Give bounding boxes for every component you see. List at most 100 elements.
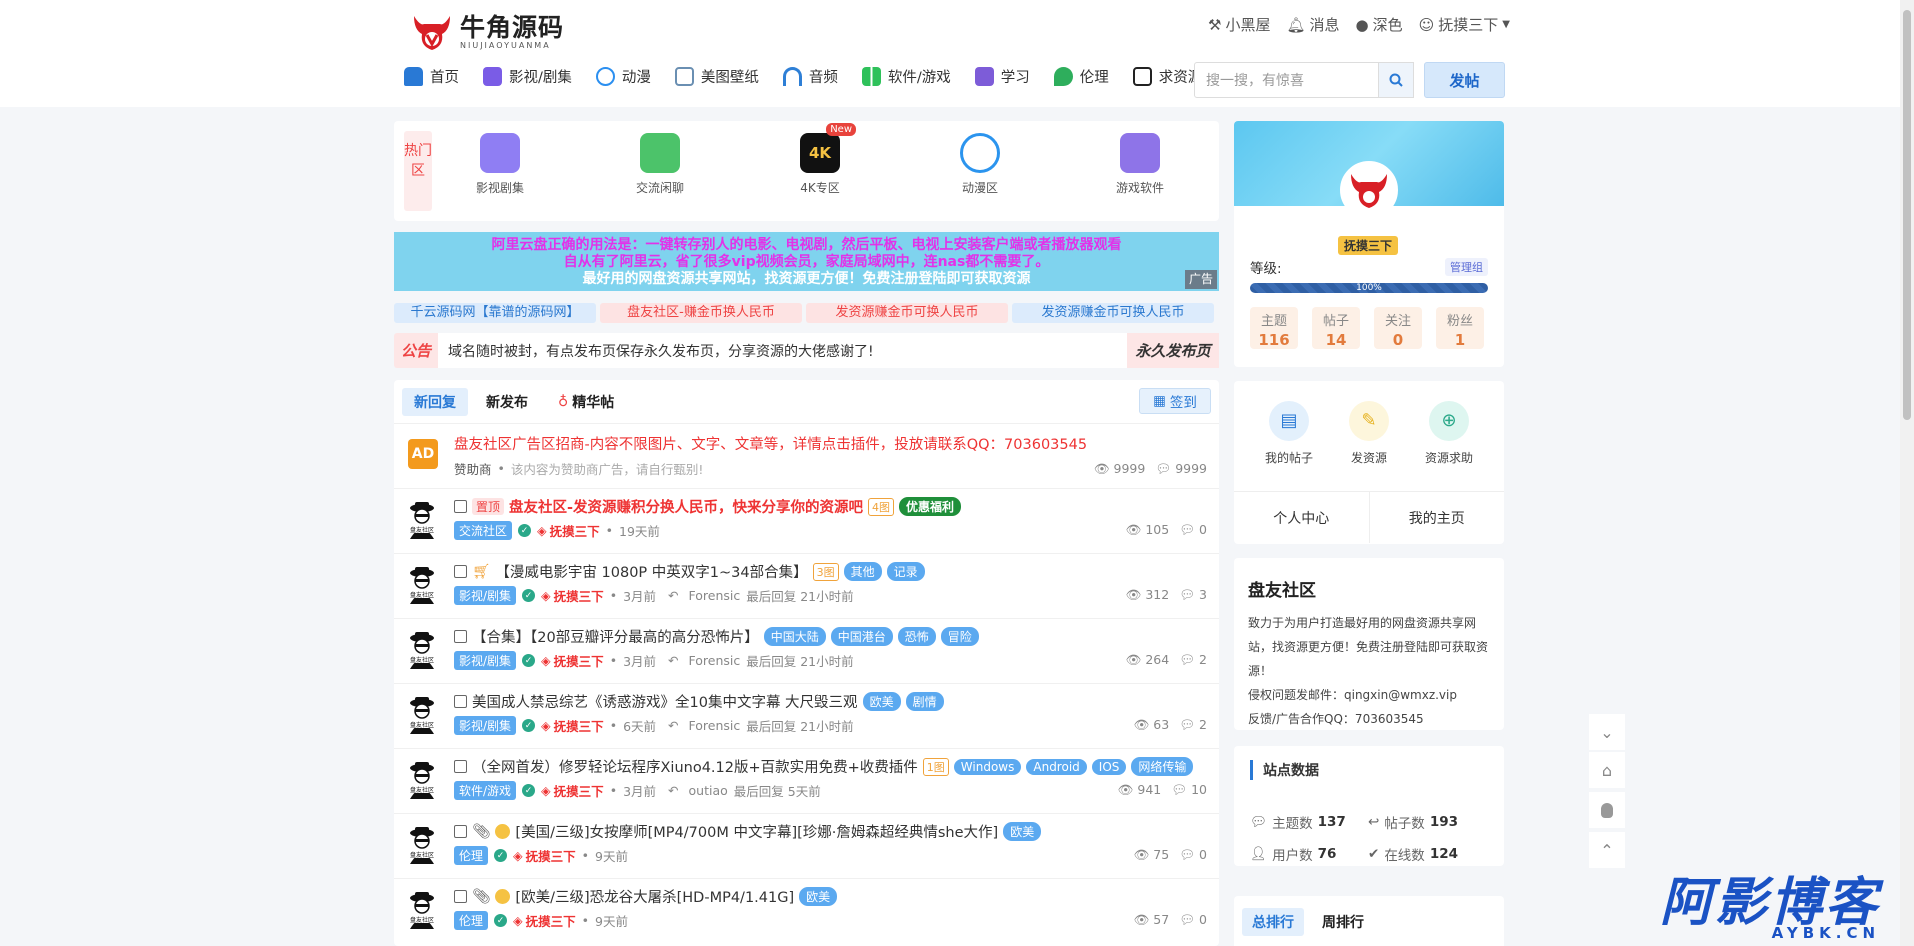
author-name[interactable]: ◈ 抚摸三下 xyxy=(541,651,604,670)
select-checkbox[interactable] xyxy=(454,825,467,838)
post-resource-button[interactable]: ✎ 发资源 xyxy=(1334,401,1404,466)
tab-new-post[interactable]: 新发布 xyxy=(474,388,540,416)
thread-title[interactable]: [美国/三级]女按摩师[MP4/700M 中文字幕][珍娜·詹姆森超经典情she… xyxy=(515,821,998,842)
post-button[interactable]: 发帖 xyxy=(1424,62,1505,98)
nav-ethics[interactable]: 伦理 xyxy=(1053,66,1109,87)
thread-title[interactable]: 【合集】【20部豆瓣评分最高的高分恐怖片】 xyxy=(472,626,759,647)
request-help-button[interactable]: ⊕ 资源求助 xyxy=(1414,401,1484,466)
author-name[interactable]: ◈ 抚摸三下 xyxy=(537,521,600,540)
friend-link[interactable]: 千云源码网【靠谱的源码网】 xyxy=(394,303,596,323)
thread-row[interactable]: 盘友社区 置顶 盘友社区-发资源赚积分换人民币，快来分享你的资源吧 4图 优惠福利 交流社… xyxy=(394,488,1219,553)
signin-button[interactable]: ▦ 签到 xyxy=(1139,388,1211,414)
avatar[interactable]: 盘友社区 xyxy=(406,824,438,864)
thread-title[interactable]: 【漫威电影宇宙 1080P 中英双字1~34部合集】 xyxy=(495,561,807,582)
hot-item-4k[interactable]: 4K New 4K专区 xyxy=(780,123,860,196)
ad-row[interactable]: AD 盘友社区广告区招商-内容不限图片、文字、文章等，详情点击插件，投放请联系Q… xyxy=(394,423,1219,488)
user-menu[interactable]: ☺ 抚摸三下 ▼ xyxy=(1419,14,1510,35)
thread-row[interactable]: 盘友社区 📎︎ [欧美/三级]恐龙谷大屠杀[HD-MP4/1.41G] 欧美 伦理 ✓ ◈ 抚… xyxy=(394,878,1219,943)
hot-item-movies[interactable]: 影视剧集 xyxy=(460,133,540,196)
tag-badge[interactable]: 恐怖 xyxy=(897,627,936,646)
hot-item-anime[interactable]: 动漫区 xyxy=(940,133,1020,196)
home-button[interactable]: ⌂ xyxy=(1589,752,1625,788)
qq-button[interactable] xyxy=(1589,792,1625,828)
select-checkbox[interactable] xyxy=(454,565,467,578)
tab-week-rank[interactable]: 周排行 xyxy=(1312,908,1374,936)
tag-badge[interactable]: 欧美 xyxy=(862,692,901,711)
nav-wallpaper[interactable]: 美图壁纸 xyxy=(674,66,759,87)
last-replier[interactable]: Forensic xyxy=(689,588,741,603)
stat-posts[interactable]: 帖子 14 xyxy=(1312,307,1360,349)
tab-featured[interactable]: ♁ 精华帖 xyxy=(546,388,626,416)
tag-badge[interactable]: Windows xyxy=(953,758,1022,775)
stat-following[interactable]: 关注 0 xyxy=(1374,307,1422,349)
nav-study[interactable]: 学习 xyxy=(974,66,1030,87)
back-to-top-button[interactable]: ⌃ xyxy=(1589,832,1625,868)
tag-badge[interactable]: 欧美 xyxy=(1003,822,1042,841)
tag-badge[interactable]: IOS xyxy=(1091,758,1127,775)
nav-anime[interactable]: 动漫 xyxy=(595,66,651,87)
my-home-link[interactable]: 我的主页 xyxy=(1370,492,1505,543)
blacklist-link[interactable]: ⚒ 小黑屋 xyxy=(1208,14,1270,35)
last-replier[interactable]: outiao xyxy=(689,783,728,798)
select-checkbox[interactable] xyxy=(454,760,467,773)
tag-badge[interactable]: 网络传输 xyxy=(1131,757,1194,776)
avatar[interactable]: 盘友社区 xyxy=(406,889,438,929)
category-badge[interactable]: 交流社区 xyxy=(454,521,513,540)
tag-badge[interactable]: 优惠福利 xyxy=(899,497,962,516)
author-name[interactable]: ◈ 抚摸三下 xyxy=(541,781,604,800)
friend-link[interactable]: 盘友社区-赚金币换人民币 xyxy=(600,303,802,323)
nav-request[interactable]: 求资源 xyxy=(1132,66,1202,87)
category-badge[interactable]: 伦理 xyxy=(454,846,489,865)
friend-link[interactable]: 发资源赚金币可换人民币 xyxy=(806,303,1008,323)
author-name[interactable]: ◈ 抚摸三下 xyxy=(513,846,576,865)
category-badge[interactable]: 伦理 xyxy=(454,911,489,930)
tab-total-rank[interactable]: 总排行 xyxy=(1242,908,1304,936)
site-logo[interactable]: 牛角源码 NIUJIAOYUANMA xyxy=(410,12,564,52)
author-name[interactable]: ◈ 抚摸三下 xyxy=(541,586,604,605)
last-replier[interactable]: Forensic xyxy=(689,718,741,733)
thread-title[interactable]: 盘友社区-发资源赚积分换人民币，快来分享你的资源吧 xyxy=(509,496,863,517)
thread-row[interactable]: 盘友社区 （全网首发）修罗轻论坛程序Xiuno4.12版+百款实用免费+收费插件 1… xyxy=(394,748,1219,813)
thread-row[interactable]: 盘友社区 美国成人禁忌综艺《诱惑游戏》全10集中文字幕 大尺毁三观 欧美 剧情影视/剧… xyxy=(394,683,1219,748)
select-checkbox[interactable] xyxy=(454,500,467,513)
profile-name[interactable]: 抚摸三下 xyxy=(1338,236,1399,255)
last-replier[interactable]: Forensic xyxy=(689,653,741,668)
scrollbar[interactable] xyxy=(1900,0,1914,946)
tag-badge[interactable]: 中国港台 xyxy=(830,627,893,646)
stat-topics[interactable]: 主题 116 xyxy=(1250,307,1298,349)
nav-software[interactable]: 软件/游戏 xyxy=(861,66,951,87)
tag-badge[interactable]: 欧美 xyxy=(799,887,838,906)
avatar[interactable]: 盘友社区 xyxy=(406,499,438,539)
dark-mode-toggle[interactable]: ● 深色 xyxy=(1356,14,1403,35)
user-center-link[interactable]: 个人中心 xyxy=(1234,492,1370,543)
tab-new-reply[interactable]: 新回复 xyxy=(402,388,468,416)
tag-badge[interactable]: 记录 xyxy=(886,562,925,581)
scrollbar-thumb[interactable] xyxy=(1903,10,1911,420)
tag-badge[interactable]: Android xyxy=(1026,758,1087,775)
nav-audio[interactable]: 音频 xyxy=(782,66,838,87)
avatar[interactable]: 盘友社区 xyxy=(406,629,438,669)
select-checkbox[interactable] xyxy=(454,890,467,903)
thread-title[interactable]: 美国成人禁忌综艺《诱惑游戏》全10集中文字幕 大尺毁三观 xyxy=(472,691,858,712)
select-checkbox[interactable] xyxy=(454,630,467,643)
search-button[interactable] xyxy=(1378,62,1414,98)
category-badge[interactable]: 影视/剧集 xyxy=(454,716,517,735)
thread-title[interactable]: [欧美/三级]恐龙谷大屠杀[HD-MP4/1.41G] xyxy=(515,886,794,907)
select-checkbox[interactable] xyxy=(454,695,467,708)
nav-movies[interactable]: 影视/剧集 xyxy=(483,66,572,87)
category-badge[interactable]: 影视/剧集 xyxy=(454,651,517,670)
nav-home[interactable]: 首页 xyxy=(404,66,459,87)
friend-link[interactable]: 发资源赚金币可换人民币 xyxy=(1012,303,1214,323)
author-name[interactable]: ◈ 抚摸三下 xyxy=(541,716,604,735)
avatar[interactable]: 盘友社区 xyxy=(406,694,438,734)
author-name[interactable]: ◈ 抚摸三下 xyxy=(513,911,576,930)
thread-row[interactable]: 盘友社区 🛒︎ 【漫威电影宇宙 1080P 中英双字1~34部合集】 3图 其他 记录 影视… xyxy=(394,553,1219,618)
tag-badge[interactable]: 剧情 xyxy=(905,692,944,711)
avatar[interactable]: 盘友社区 xyxy=(406,759,438,799)
tag-badge[interactable]: 中国大陆 xyxy=(763,627,826,646)
category-badge[interactable]: 软件/游戏 xyxy=(454,781,517,800)
avatar[interactable]: 盘友社区 xyxy=(406,564,438,604)
my-posts-button[interactable]: ▤ 我的帖子 xyxy=(1254,401,1324,466)
thread-row[interactable]: 盘友社区 【合集】【20部豆瓣评分最高的高分恐怖片】 中国大陆 中国港台 恐怖 冒险 影视/… xyxy=(394,618,1219,683)
scroll-down-button[interactable]: ⌄ xyxy=(1589,714,1625,750)
